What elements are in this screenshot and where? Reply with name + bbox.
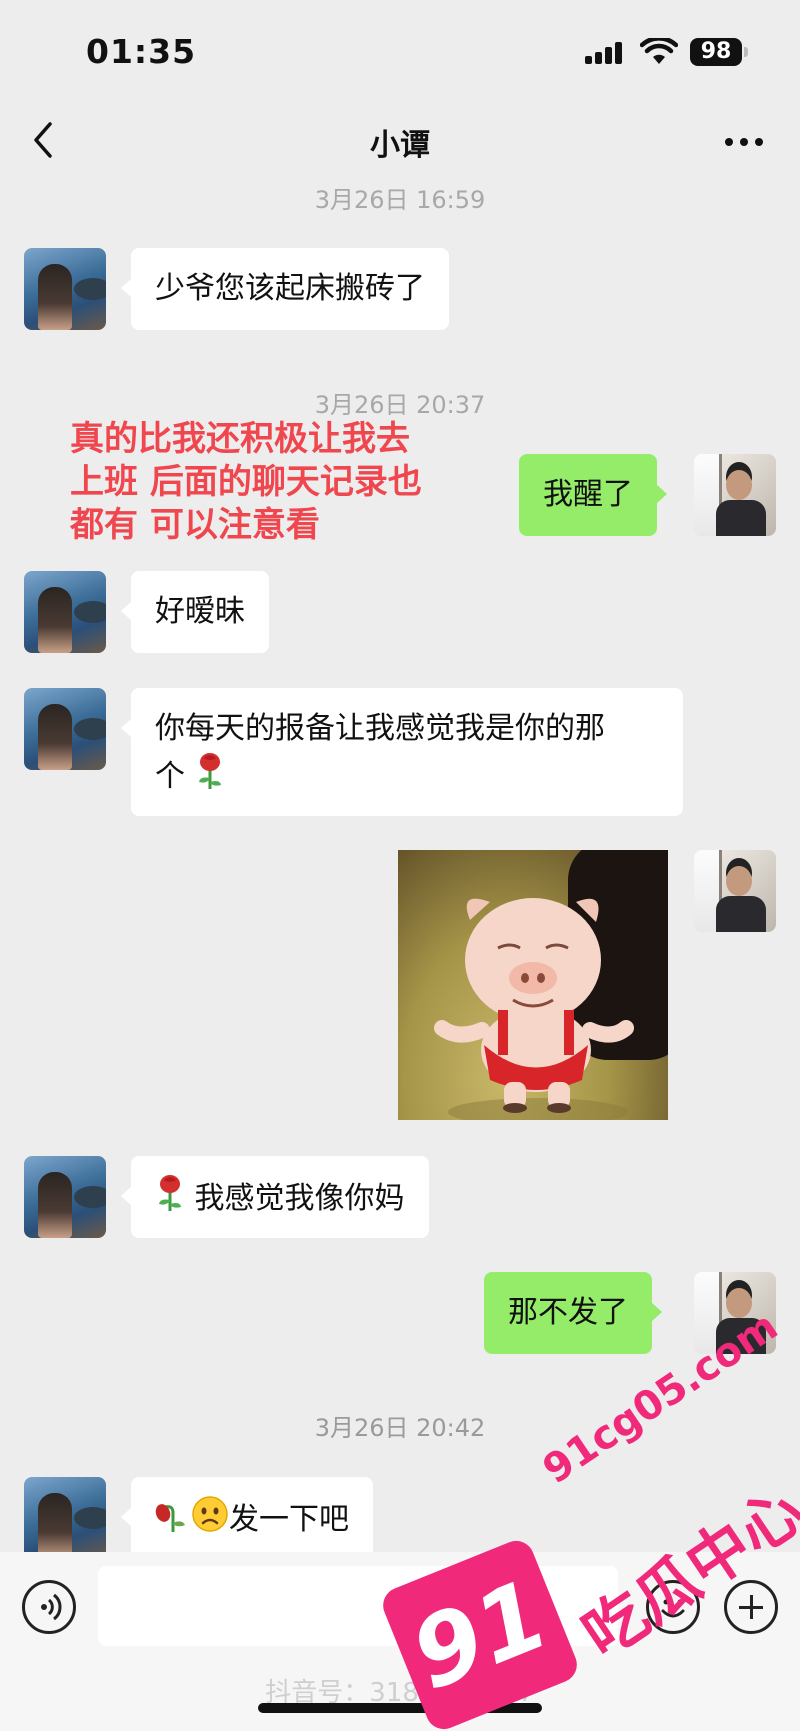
message-timestamp: 3月26日 20:37 — [314, 391, 486, 419]
annotation-line: 都有 可以注意看 — [70, 505, 320, 545]
cellular-signal-icon — [585, 42, 625, 64]
incoming-message-bubble[interactable]: 发一下吧 — [121, 1477, 373, 1559]
outgoing-message-bubble[interactable]: 我醒了 — [519, 454, 667, 536]
battery-tip — [744, 47, 748, 57]
rose-emoji — [198, 753, 221, 789]
message-text: 那不发了 — [508, 1295, 628, 1330]
message-text: 发一下吧 — [229, 1502, 349, 1537]
message-text: 少爷您该起床搬砖了 — [155, 271, 425, 306]
message-text: 个 — [155, 759, 185, 794]
contact-avatar[interactable] — [24, 1156, 106, 1238]
dancing-pig-icon — [434, 898, 634, 1120]
wifi-icon — [640, 38, 678, 64]
contact-avatar[interactable] — [24, 248, 106, 330]
my-avatar[interactable] — [694, 850, 776, 932]
annotation-line: 真的比我还积极让我去 — [70, 419, 410, 459]
chat-header: 小谭 — [0, 100, 800, 182]
status-time: 01:35 — [86, 32, 197, 71]
voice-icon[interactable] — [22, 1580, 76, 1634]
message-text: 我醒了 — [543, 477, 633, 512]
message-text: 你每天的报备让我感觉我是你的那 — [155, 711, 605, 746]
message-text: 好暧昧 — [155, 594, 245, 629]
more-dots-icon[interactable] — [725, 138, 765, 146]
message-timestamp: 3月26日 16:59 — [314, 186, 486, 214]
contact-avatar[interactable] — [24, 688, 106, 770]
chat-title: 小谭 — [370, 128, 430, 163]
battery-indicator: 98 — [690, 38, 742, 66]
wilted-rose-emoji — [155, 1504, 185, 1532]
annotation-line: 上班 后面的聊天记录也 — [70, 462, 422, 502]
my-avatar[interactable] — [694, 454, 776, 536]
overlay-annotation: 真的比我还积极让我去 上班 后面的聊天记录也 都有 可以注意看 — [70, 418, 490, 547]
message-timestamp: 3月26日 20:42 — [314, 1414, 486, 1442]
incoming-message-bubble[interactable]: 少爷您该起床搬砖了 — [121, 248, 449, 330]
outgoing-message-bubble[interactable]: 那不发了 — [484, 1272, 662, 1354]
message-text: 我感觉我像你妈 — [194, 1181, 405, 1216]
contact-avatar[interactable] — [24, 1477, 106, 1559]
pig-sticker-image[interactable] — [398, 850, 668, 1120]
frowning-face-emoji — [192, 1496, 228, 1532]
rose-emoji — [159, 1175, 181, 1211]
contact-avatar[interactable] — [24, 571, 106, 653]
incoming-message-bubble[interactable]: 好暧昧 — [121, 571, 269, 653]
incoming-message-bubble[interactable]: 你每天的报备让我感觉我是你的那 个 — [121, 688, 683, 816]
status-bar: 01:35 98 — [0, 0, 800, 100]
incoming-message-bubble[interactable]: 我感觉我像你妈 — [121, 1156, 429, 1238]
